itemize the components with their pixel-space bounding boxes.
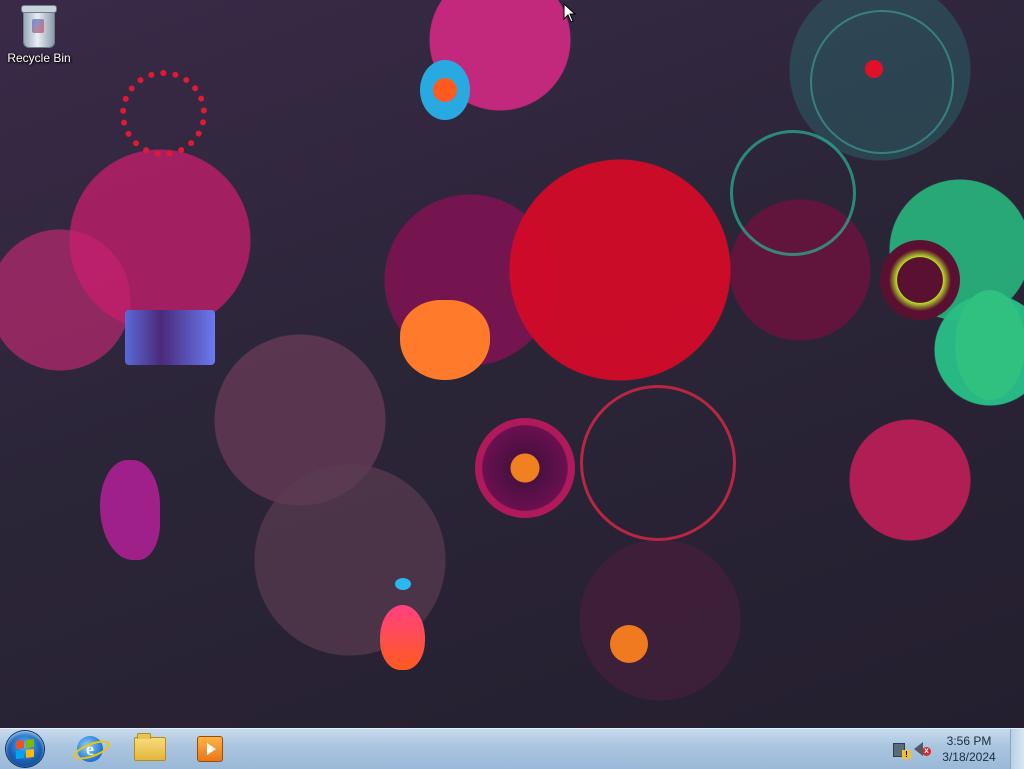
clock-time: 3:56 PM	[946, 734, 992, 748]
taskbar-media-player-button[interactable]	[182, 731, 238, 767]
windows-logo-icon	[16, 739, 34, 759]
system-tray: 3:56 PM 3/18/2024	[893, 729, 1024, 769]
wallpaper-sun-decoration	[120, 70, 207, 157]
wallpaper-ring-decoration	[730, 130, 856, 256]
wallpaper-window-decoration	[125, 310, 215, 365]
desktop-wallpaper: Recycle Bin	[0, 0, 1024, 728]
wallpaper-spiral-decoration	[580, 385, 736, 541]
wallpaper-heart-decoration	[400, 300, 490, 380]
show-desktop-button[interactable]	[1010, 729, 1024, 769]
start-button[interactable]	[6, 731, 44, 767]
recycle-bin-icon	[21, 5, 57, 48]
wallpaper-drop-decoration	[380, 605, 425, 670]
wallpaper-green-decoration	[955, 290, 1024, 400]
wallpaper-ring-decoration	[810, 10, 954, 154]
taskbar-file-explorer-button[interactable]	[122, 731, 178, 767]
taskbar-internet-explorer-button[interactable]: e	[62, 731, 118, 767]
taskbar: e 3:56 PM 3/18/2024	[0, 728, 1024, 769]
clock-date: 3/18/2024	[942, 750, 996, 764]
wallpaper-sphere-decoration	[880, 240, 960, 320]
volume-muted-icon[interactable]	[914, 742, 931, 756]
wallpaper-orb-decoration	[420, 60, 470, 120]
network-warning-icon[interactable]	[893, 743, 911, 759]
recycle-bin-shortcut[interactable]: Recycle Bin	[4, 5, 74, 76]
wallpaper-sphere-decoration	[475, 418, 575, 518]
recycle-bin-label: Recycle Bin	[7, 51, 71, 65]
clock[interactable]: 3:56 PM 3/18/2024	[938, 733, 1000, 765]
media-player-icon	[197, 736, 223, 762]
internet-explorer-icon: e	[77, 736, 103, 762]
wallpaper-ball-decoration	[610, 625, 648, 663]
file-explorer-icon	[134, 733, 166, 761]
wallpaper-dot-decoration	[395, 578, 411, 590]
wallpaper-tail-decoration	[100, 460, 160, 560]
